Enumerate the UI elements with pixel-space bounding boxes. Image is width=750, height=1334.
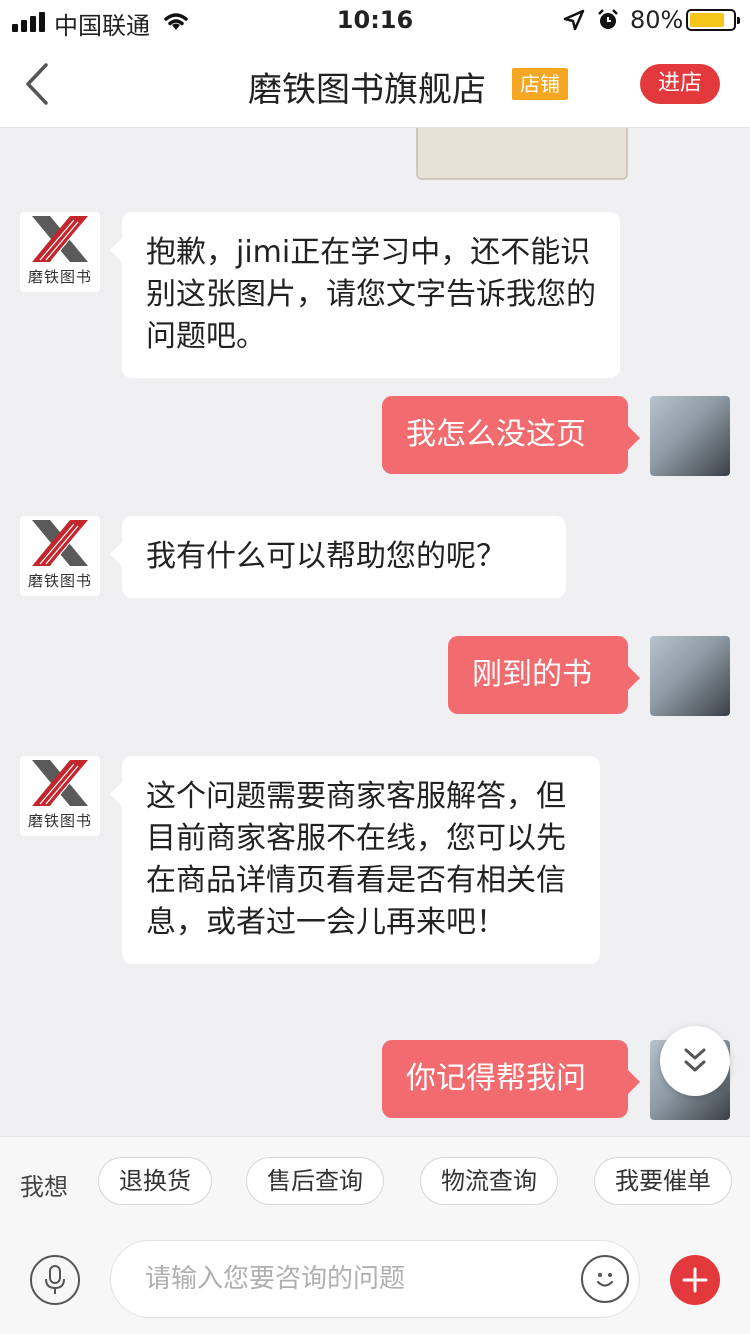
user-avatar[interactable] bbox=[650, 396, 730, 476]
back-icon[interactable] bbox=[22, 62, 52, 106]
message-bubble-shop: 这个问题需要商家客服解答，但目前商家客服不在线，您可以先在商品详情页看看是否有相… bbox=[110, 756, 600, 964]
chat-area[interactable]: 磨铁图书 抱歉，jimi正在学习中，还不能识别这张图片，请您文字告诉我您的问题吧… bbox=[0, 128, 750, 1136]
shop-avatar[interactable]: 磨铁图书 bbox=[20, 756, 100, 836]
shop-avatar[interactable]: 磨铁图书 bbox=[20, 516, 100, 596]
message-bubble-shop: 我有什么可以帮助您的呢？ bbox=[110, 516, 566, 598]
message-bubble-user: 我怎么没这页 bbox=[382, 396, 640, 474]
quick-reply-label: 我想 bbox=[20, 1173, 68, 1201]
shop-logo-icon bbox=[32, 520, 88, 566]
message-input[interactable] bbox=[145, 1259, 565, 1299]
shop-logo-icon bbox=[32, 760, 88, 806]
scroll-to-bottom-button[interactable] bbox=[660, 1026, 730, 1096]
more-actions-button[interactable] bbox=[670, 1255, 720, 1305]
enter-store-button[interactable]: 进店 bbox=[640, 64, 720, 104]
message-bubble-user: 你记得帮我问 bbox=[382, 1040, 640, 1118]
shop-logo-icon bbox=[32, 216, 88, 262]
quick-reply-after-sales[interactable]: 售后查询 bbox=[246, 1157, 384, 1205]
location-icon bbox=[562, 8, 586, 32]
message-bubble-shop: 抱歉，jimi正在学习中，还不能识别这张图片，请您文字告诉我您的问题吧。 bbox=[110, 212, 620, 378]
emoji-button[interactable] bbox=[581, 1255, 629, 1303]
plus-icon bbox=[682, 1267, 708, 1293]
voice-button[interactable] bbox=[30, 1255, 80, 1305]
quick-reply-urge-order[interactable]: 我要催单 bbox=[594, 1157, 732, 1205]
status-bar: 中国联通 10:16 80% bbox=[0, 0, 750, 40]
shop-avatar[interactable]: 磨铁图书 bbox=[20, 212, 100, 292]
battery-icon bbox=[686, 9, 740, 31]
input-bar bbox=[0, 1224, 750, 1334]
microphone-icon bbox=[45, 1265, 65, 1294]
message-bubble-user: 刚到的书 bbox=[448, 636, 640, 714]
nav-bar: 磨铁图书旗舰店 店铺 进店 bbox=[0, 40, 750, 128]
quick-reply-bar: 我想 退换货 售后查询 物流查询 我要催单 bbox=[0, 1136, 750, 1224]
message-input-field[interactable] bbox=[110, 1240, 640, 1318]
shop-brand-text: 磨铁图书 bbox=[27, 572, 92, 590]
page-title: 磨铁图书旗舰店 bbox=[248, 70, 486, 110]
store-badge: 店铺 bbox=[512, 68, 568, 100]
quick-reply-return[interactable]: 退换货 bbox=[98, 1157, 212, 1205]
alarm-icon bbox=[596, 8, 620, 32]
double-chevron-down-icon bbox=[684, 1048, 706, 1072]
battery-percent: 80% bbox=[630, 6, 684, 34]
shop-brand-text: 磨铁图书 bbox=[27, 268, 92, 286]
user-avatar[interactable] bbox=[650, 636, 730, 716]
emoji-icon bbox=[596, 1273, 614, 1287]
shop-brand-text: 磨铁图书 bbox=[27, 812, 92, 830]
quick-reply-logistics[interactable]: 物流查询 bbox=[420, 1157, 558, 1205]
sent-image-thumbnail[interactable] bbox=[416, 128, 628, 180]
